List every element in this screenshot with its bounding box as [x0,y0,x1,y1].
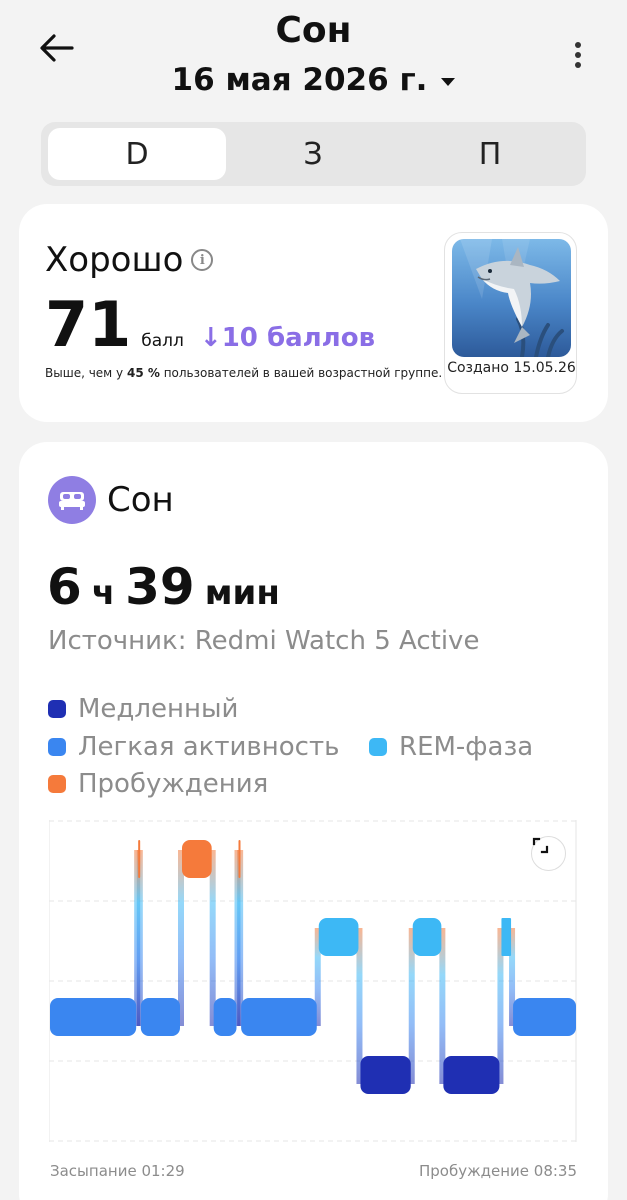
badge-caption: Создано 15.05.26 [447,360,576,376]
sleep-score-card[interactable]: Хорошо i 71 балл ↓10 баллов Выше, чем у … [19,204,608,422]
tab-day[interactable]: D [48,128,226,180]
header: Сон 16 мая 2026 г. [0,0,627,115]
tab-week[interactable]: З [224,128,402,180]
sleep-stage-chart[interactable] [49,820,577,1142]
legend-light-swatch [48,738,66,756]
sleep-section-title: Сон [107,480,174,520]
legend-rem-swatch [369,738,387,756]
sleep-stage-segment [412,918,442,956]
sleep-stage-segment [140,998,180,1036]
score-value: 71 [45,288,132,361]
more-menu-icon[interactable] [566,38,590,72]
score-unit: балл [141,331,184,351]
legend-deep: Медленный [48,694,238,724]
sleep-stage-segment [138,840,141,878]
expand-chart-icon[interactable] [531,836,566,871]
score-comparison-note: Выше, чем у 45 % пользователей в вашей в… [45,366,443,380]
bed-icon [48,476,96,524]
sleep-duration: 6 ч 39 мин [47,558,280,616]
sleep-stage-segment [318,918,359,956]
stage-transition [178,850,184,1026]
legend-awake: Пробуждения [48,769,268,799]
date-selector[interactable]: 16 мая 2026 г. [0,62,627,98]
info-icon[interactable]: i [191,249,214,271]
tab-month[interactable]: П [401,128,579,180]
sleep-stage-segment [182,840,212,878]
score-row: 71 балл ↓10 баллов [45,288,375,361]
page-title: Сон [275,10,352,51]
score-rating: Хорошо i [45,240,214,280]
sleep-stage-segment [238,840,241,878]
wake-up-label: Пробуждение 08:35 [419,1162,577,1180]
sleep-stage-segment [213,998,237,1036]
sleep-stage-segment [360,1056,411,1094]
score-delta: ↓10 баллов [199,323,376,353]
legend-rem: REM-фаза [369,732,533,762]
sleep-stage-segment [501,918,512,956]
sleep-stage-svg [49,820,577,1142]
legend-light: Легкая активность [48,732,339,762]
sleep-details-card[interactable]: Сон 6 ч 39 мин Источник: Redmi Watch 5 A… [19,442,608,1200]
shark-image [452,239,571,357]
sleep-stage-segment [241,998,317,1036]
legend-awake-swatch [48,775,66,793]
stage-transition [209,850,216,1026]
score-percent: 45 % [126,366,160,380]
date-text: 16 мая 2026 г. [171,62,428,98]
sleep-stage-segment [443,1056,500,1094]
sleep-animal-badge[interactable]: Создано 15.05.26 [444,232,577,394]
data-source: Источник: Redmi Watch 5 Active [48,626,480,656]
legend-deep-swatch [48,700,66,718]
period-tabs: D З П [41,122,586,186]
sleep-stage-segment [513,998,576,1036]
sleep-start-label: Засыпание 01:29 [50,1162,185,1180]
caret-down-icon [441,78,456,86]
score-rating-label: Хорошо [45,240,184,280]
sleep-stage-segment [50,998,137,1036]
